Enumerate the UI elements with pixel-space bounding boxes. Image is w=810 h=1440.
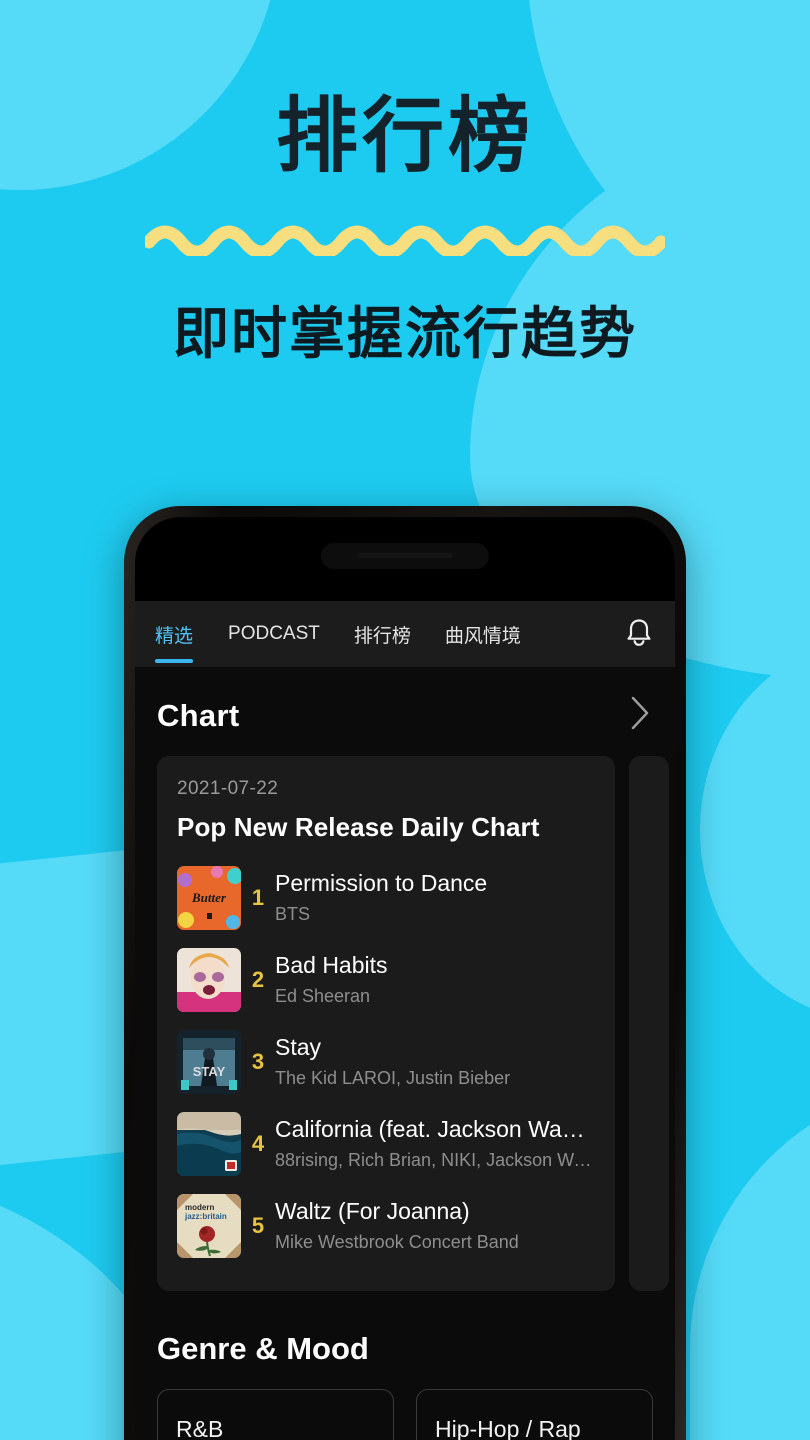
track-rank: 4 bbox=[251, 1131, 265, 1156]
wave-underline-decoration bbox=[145, 216, 665, 256]
genre-chip-hiphop-rap[interactable]: Hip-Hop / Rap bbox=[416, 1389, 653, 1440]
album-cover-bad-habits bbox=[177, 948, 241, 1012]
track-row[interactable]: modern jazz:britain 5 Waltz (For Joanna)… bbox=[177, 1185, 595, 1267]
genre-section-title: Genre & Mood bbox=[157, 1331, 369, 1366]
track-rank: 2 bbox=[251, 967, 265, 992]
track-artist: The Kid LAROI, Justin Bieber bbox=[275, 1068, 511, 1089]
chevron-right-icon[interactable] bbox=[627, 693, 653, 738]
svg-text:modern: modern bbox=[185, 1203, 214, 1212]
chart-card[interactable]: 2021-07-22 Pop New Release Daily Chart B… bbox=[157, 756, 615, 1291]
track-title: Bad Habits bbox=[275, 952, 388, 979]
tab-chart-label: 排行榜 bbox=[353, 625, 411, 647]
track-title: Permission to Dance bbox=[275, 870, 488, 897]
hero-subtitle: 即时掌握流行趋势 bbox=[173, 302, 637, 365]
chart-card-carousel[interactable]: 2021-07-22 Pop New Release Daily Chart B… bbox=[135, 756, 675, 1291]
track-row[interactable]: 4 California (feat. Jackson Wan… 88risin… bbox=[177, 1103, 595, 1185]
svg-text:jazz:britain: jazz:britain bbox=[184, 1212, 227, 1221]
album-cover-california bbox=[177, 1112, 241, 1176]
top-tab-bar: 精选 PODCAST 排行榜 曲风情境 bbox=[135, 601, 675, 667]
background-blob-bottom-right bbox=[690, 1080, 810, 1440]
phone-earpiece bbox=[357, 553, 453, 558]
phone-mockup: 精选 PODCAST 排行榜 曲风情境 Chart 2021-07-22 Pop… bbox=[124, 506, 686, 1440]
track-rank: 1 bbox=[251, 885, 265, 910]
album-cover-waltz: modern jazz:britain bbox=[177, 1194, 241, 1258]
phone-bezel: 精选 PODCAST 排行榜 曲风情境 Chart 2021-07-22 Pop… bbox=[135, 517, 675, 1440]
tab-chart[interactable]: 排行榜 bbox=[337, 601, 428, 667]
bell-icon bbox=[623, 615, 655, 654]
track-artist: BTS bbox=[275, 904, 311, 925]
svg-text:Butter: Butter bbox=[191, 890, 227, 905]
album-cover-butter: Butter bbox=[177, 866, 241, 930]
album-cover-stay: STAY bbox=[177, 1030, 241, 1094]
chart-card-title: Pop New Release Daily Chart bbox=[177, 812, 540, 842]
track-artist: Mike Westbrook Concert Band bbox=[275, 1232, 519, 1253]
track-artist: Ed Sheeran bbox=[275, 986, 371, 1007]
tab-podcast[interactable]: PODCAST bbox=[211, 601, 337, 667]
track-title: Waltz (For Joanna) bbox=[275, 1198, 470, 1225]
track-row[interactable]: Butter 1 Permission to Dance BTS bbox=[177, 857, 595, 939]
svg-text:STAY: STAY bbox=[193, 1064, 226, 1079]
app-screen: 精选 PODCAST 排行榜 曲风情境 Chart 2021-07-22 Pop… bbox=[135, 601, 675, 1440]
track-title: California (feat. Jackson Wan… bbox=[275, 1116, 595, 1143]
genre-chip-grid: R&B Hip-Hop / Rap bbox=[135, 1367, 675, 1440]
genre-chip-label: Hip-Hop / Rap bbox=[435, 1415, 581, 1440]
chart-section-title: Chart bbox=[157, 697, 240, 733]
chart-card-next-peek[interactable] bbox=[629, 756, 669, 1291]
track-row[interactable]: 2 Bad Habits Ed Sheeran bbox=[177, 939, 595, 1021]
track-row[interactable]: STAY 3 Stay The Kid LAROI, Justin Bieber bbox=[177, 1021, 595, 1103]
track-rank: 5 bbox=[251, 1213, 265, 1238]
poster-stage: 排行榜 即时掌握流行趋势 精选 PODCAST 排行榜 曲风情境 Chart 2… bbox=[0, 0, 810, 1440]
notifications-button[interactable] bbox=[623, 615, 659, 654]
track-title: Stay bbox=[275, 1034, 322, 1061]
genre-chip-rnb[interactable]: R&B bbox=[157, 1389, 394, 1440]
chart-card-date: 2021-07-22 bbox=[177, 778, 279, 799]
background-blob-right-low bbox=[700, 640, 810, 1020]
track-rank: 3 bbox=[251, 1049, 265, 1074]
tab-podcast-label: PODCAST bbox=[228, 623, 320, 644]
tab-genre-mood[interactable]: 曲风情境 bbox=[428, 601, 538, 667]
track-artist: 88rising, Rich Brian, NIKI, Jackson Wa… bbox=[275, 1150, 595, 1171]
hero-title: 排行榜 bbox=[275, 91, 534, 182]
chart-section-header[interactable]: Chart bbox=[135, 667, 675, 756]
tab-featured[interactable]: 精选 bbox=[155, 601, 211, 667]
genre-section-header: Genre & Mood bbox=[135, 1291, 675, 1367]
tab-featured-label: 精选 bbox=[155, 625, 194, 647]
tab-genre-mood-label: 曲风情境 bbox=[444, 625, 521, 647]
genre-chip-label: R&B bbox=[176, 1415, 224, 1440]
